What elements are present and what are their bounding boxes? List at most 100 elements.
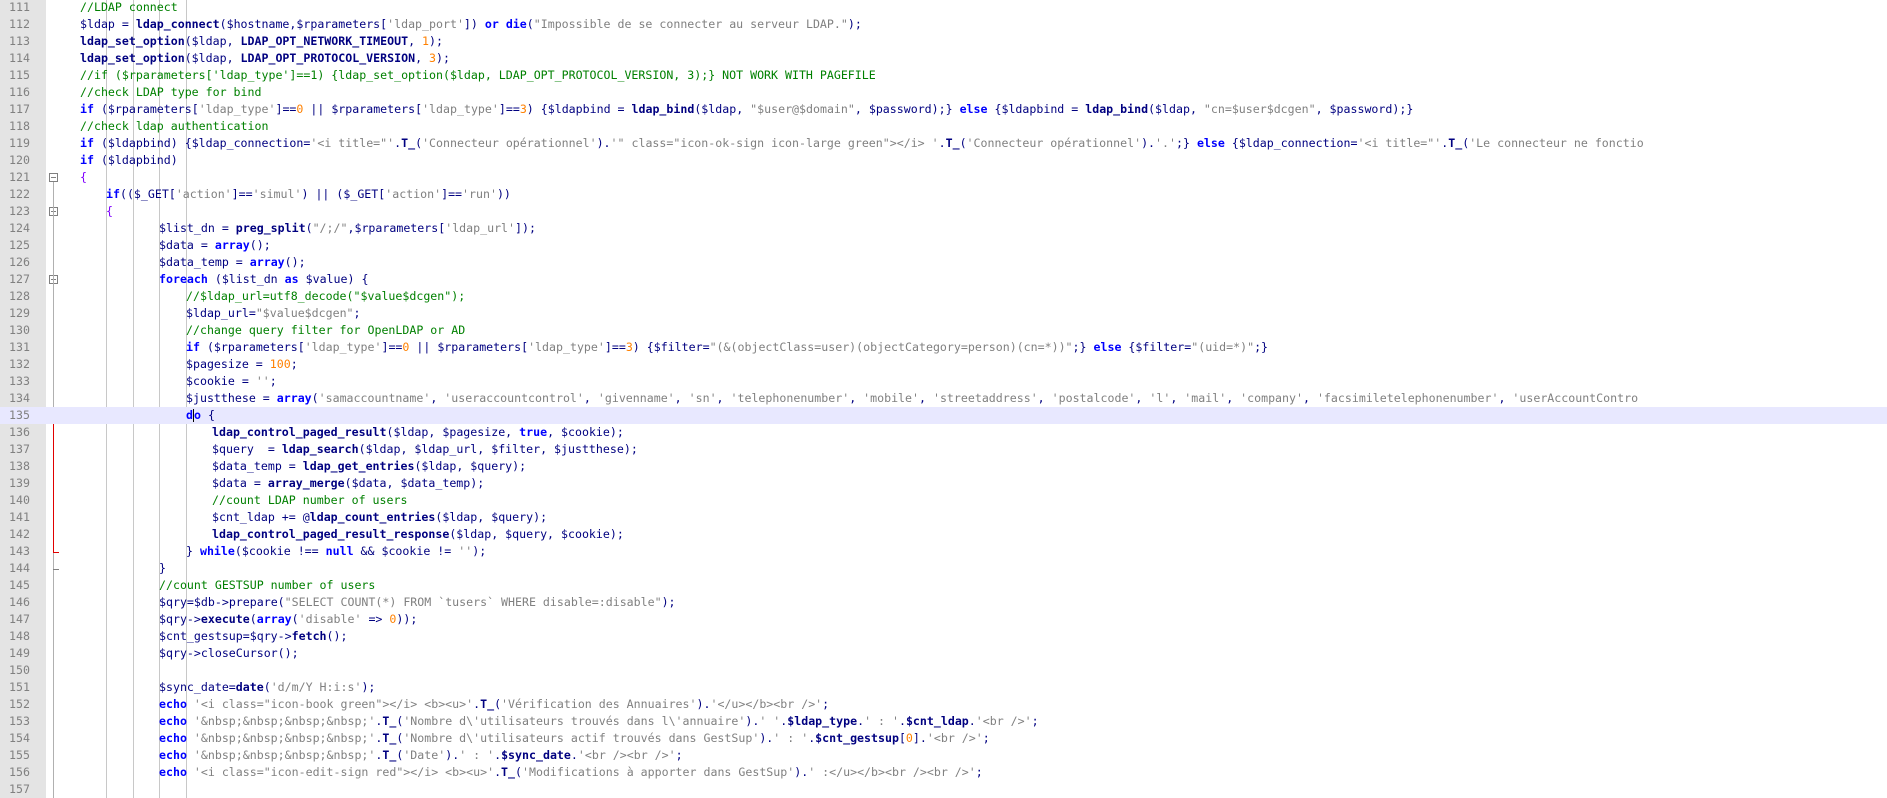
code-line[interactable]: 137 $query = ldap_search($ldap, $ldap_url… <box>0 441 1887 458</box>
code-line[interactable]: 153 echo '&nbsp;&nbsp;&nbsp;&nbsp;'.T_('N… <box>0 713 1887 730</box>
code-token: ($ldap, $query); <box>435 510 548 524</box>
code-line[interactable]: 156 echo '<i class="icon-edit-sign red"><… <box>0 764 1887 781</box>
code-token: T_ <box>1448 136 1463 150</box>
code-token: '<br />' <box>926 731 983 745</box>
code-token: ]) <box>463 17 485 31</box>
line-number: 140 <box>9 493 30 507</box>
code-line[interactable]: 149 $qry->closeCursor(); <box>0 645 1887 662</box>
code-token: if <box>80 136 101 150</box>
code-line[interactable]: 154 echo '&nbsp;&nbsp;&nbsp;&nbsp;'.T_('N… <box>0 730 1887 747</box>
line-text: ldap_control_paged_result($ldap, $pagesi… <box>212 424 624 441</box>
code-line[interactable]: 138 $data_temp = ldap_get_entries($ldap, … <box>0 458 1887 475</box>
code-token: $qry-> <box>159 612 201 626</box>
code-token: '<i title="' <box>1357 136 1442 150</box>
code-line[interactable]: 142 ldap_control_paged_result_response($l… <box>0 526 1887 543</box>
code-token: ( <box>415 136 423 150</box>
code-token: array <box>256 612 292 626</box>
code-token: foreach <box>159 272 215 286</box>
code-line[interactable]: 155 echo '&nbsp;&nbsp;&nbsp;&nbsp;'.T_('D… <box>0 747 1887 764</box>
code-line[interactable]: 115 //if ($rparameters['ldap_type']==1) {… <box>0 67 1887 84</box>
code-line[interactable]: 116 //check LDAP type for bind <box>0 84 1887 101</box>
line-text: $list_dn = preg_split("/;/",$rparameters… <box>159 220 536 237</box>
code-token: , <box>1302 391 1317 405</box>
code-line[interactable]: 130 //change query filter for OpenLDAP or… <box>0 322 1887 339</box>
code-token: ]. <box>912 731 927 745</box>
code-line[interactable]: 122 if(($_GET['action']=='simul') || ($_G… <box>0 186 1887 203</box>
code-token: '' <box>458 544 473 558</box>
code-token: ); <box>472 544 487 558</box>
code-line[interactable]: 121 { <box>0 169 1887 186</box>
code-line[interactable]: 144} <box>0 560 1887 577</box>
code-line[interactable]: 152 echo '<i class="icon-book green"></i>… <box>0 696 1887 713</box>
code-line[interactable]: 150 <box>0 662 1887 679</box>
code-line[interactable]: 123 { <box>0 203 1887 220</box>
code-token: "$value$dcgen" <box>255 306 354 320</box>
code-line[interactable]: 139 $data = array_merge($data, $data_temp… <box>0 475 1887 492</box>
line-number: 119 <box>9 136 30 150</box>
code-token: ($ldap, <box>184 51 241 65</box>
code-token: 0 <box>905 731 913 745</box>
code-token: ]== <box>381 340 403 354</box>
code-token: ldap_bind <box>631 102 695 116</box>
code-line[interactable]: 126 $data_temp = array(); <box>0 254 1887 271</box>
code-token: || $rparameters[ <box>409 340 529 354</box>
code-line[interactable]: 157 <box>0 781 1887 798</box>
line-text: $data = array_merge($data, $data_temp); <box>212 475 484 492</box>
code-line[interactable]: 134 $justthese = array('samaccountname', … <box>0 390 1887 407</box>
code-token: ,$rparameters[ <box>347 221 446 235</box>
code-line[interactable]: 132 $pagesize = 100; <box>0 356 1887 373</box>
code-token: echo <box>159 765 194 779</box>
code-token: 'ldap_type' <box>422 102 499 116</box>
code-token: ($ldap, $pagesize, <box>386 425 520 439</box>
code-token: 'action' <box>175 187 232 201</box>
code-line[interactable]: 143} while($cookie !== null && $cookie !… <box>0 543 1887 560</box>
code-token: ldap_search <box>281 442 359 456</box>
code-line[interactable]: 113 ldap_set_option($ldap, LDAP_OPT_NETWO… <box>0 33 1887 50</box>
line-number: 118 <box>9 119 30 133</box>
code-token: ( <box>263 680 271 694</box>
code-token: ($ldap, <box>184 34 241 48</box>
line-text: foreach ($list_dn as $value) { <box>159 271 368 288</box>
line-text: $data = array(); <box>159 237 271 254</box>
code-token: ldap_set_option <box>80 34 185 48</box>
code-token: //check ldap authentication <box>80 119 269 133</box>
code-line[interactable]: 120 if ($ldapbind) <box>0 152 1887 169</box>
code-line[interactable]: 140 //count LDAP number of users <box>0 492 1887 509</box>
code-line[interactable]: 128 //$ldap_url=utf8_decode("$value$dcgen… <box>0 288 1887 305</box>
code-line[interactable]: 148 $cnt_gestsup=$qry->fetch(); <box>0 628 1887 645</box>
code-token: 'mail' <box>1184 391 1227 405</box>
code-token: null <box>325 544 354 558</box>
code-line[interactable]: 135 do { <box>0 407 1887 424</box>
code-editor[interactable]: 111 //LDAP connect 112 $ldap = ldap_connect… <box>0 0 1887 798</box>
line-text: $cookie = ''; <box>186 373 277 390</box>
code-line[interactable]: 131 if ($rparameters['ldap_type']==0 || $… <box>0 339 1887 356</box>
line-number: 113 <box>9 34 30 48</box>
code-token: 'postalcode' <box>1051 391 1136 405</box>
code-token: $data_temp = <box>159 255 250 269</box>
code-line[interactable]: 127 foreach ($list_dn as $value) { <box>0 271 1887 288</box>
code-line[interactable]: 133 $cookie = ''; <box>0 373 1887 390</box>
code-line[interactable]: 118 //check ldap authentication <box>0 118 1887 135</box>
line-text: { <box>106 203 113 220</box>
code-token: ]== <box>498 102 520 116</box>
code-line[interactable]: 124 $list_dn = preg_split("/;/",$rparamet… <box>0 220 1887 237</box>
code-line[interactable]: 119 if ($ldapbind) {$ldap_connection='<i … <box>0 135 1887 152</box>
code-token: 100 <box>269 357 291 371</box>
code-line[interactable]: 145 //count GESTSUP number of users <box>0 577 1887 594</box>
code-line[interactable]: 151 $sync_date=date('d/m/Y H:i:s'); <box>0 679 1887 696</box>
code-line[interactable]: 147 $qry->execute(array('disable' => 0)); <box>0 611 1887 628</box>
code-token: T_ <box>480 697 495 711</box>
code-line[interactable]: 129 $ldap_url="$value$dcgen"; <box>0 305 1887 322</box>
code-token: ( <box>291 612 299 626</box>
code-line[interactable]: 117 if ($rparameters['ldap_type']==0 || $… <box>0 101 1887 118</box>
code-line[interactable]: 112 $ldap = ldap_connect($hostname,$rpara… <box>0 16 1887 33</box>
line-number: 137 <box>9 442 30 456</box>
code-line[interactable]: 125 $data = array(); <box>0 237 1887 254</box>
code-line[interactable]: 136 ldap_control_paged_result($ldap, $pag… <box>0 424 1887 441</box>
code-line[interactable]: 146 $qry=$db->prepare("SELECT COUNT(*) FR… <box>0 594 1887 611</box>
code-line[interactable]: 111 //LDAP connect <box>0 0 1887 16</box>
code-token: 'simul' <box>252 187 302 201</box>
code-line[interactable]: 114 ldap_set_option($ldap, LDAP_OPT_PROTO… <box>0 50 1887 67</box>
code-line[interactable]: 141 $cnt_ldap += @ldap_count_entries($lda… <box>0 509 1887 526</box>
line-number: 117 <box>9 102 30 116</box>
